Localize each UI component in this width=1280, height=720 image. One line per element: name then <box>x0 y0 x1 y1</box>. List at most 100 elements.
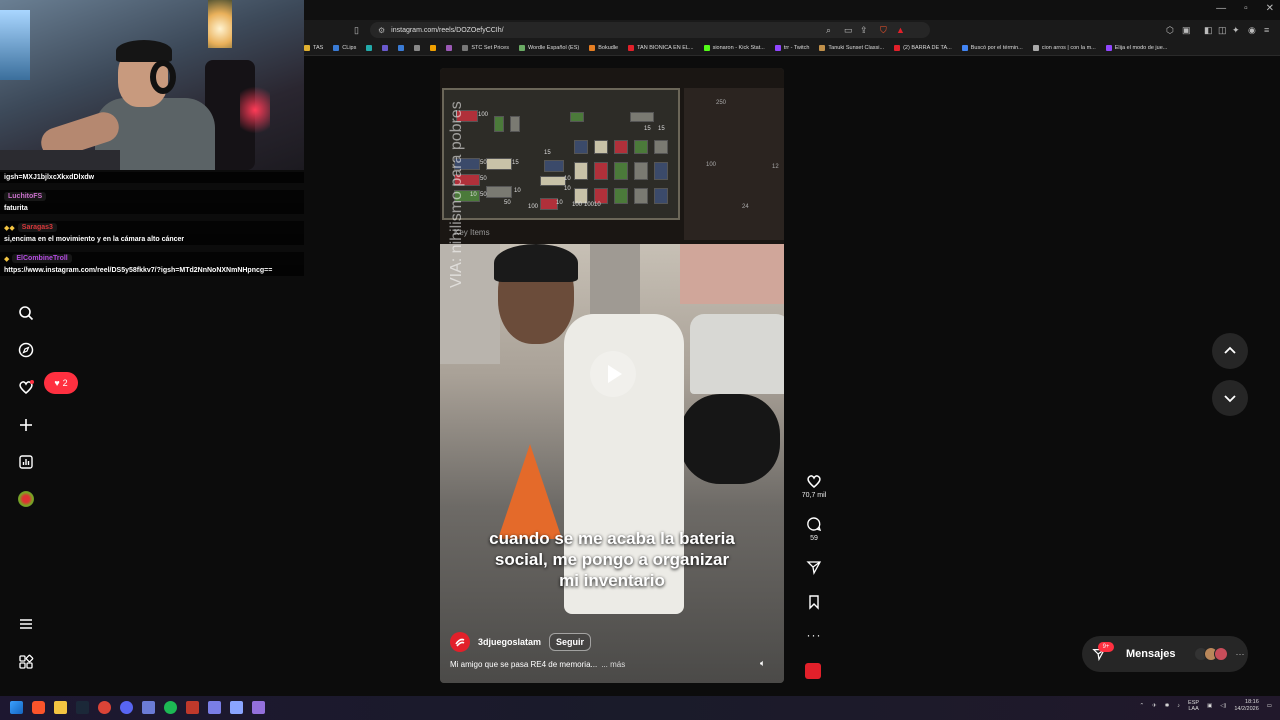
explore-icon[interactable] <box>16 340 36 360</box>
bookmark-item[interactable]: cion arros | con la m... <box>1032 44 1096 51</box>
app-icon[interactable] <box>208 701 221 714</box>
account-avatar[interactable] <box>450 632 470 652</box>
minimize-icon[interactable]: — <box>1216 3 1226 14</box>
options-action[interactable]: ··· <box>800 628 828 642</box>
app-icon[interactable] <box>142 701 155 714</box>
bookmark-item[interactable] <box>366 44 373 51</box>
bookmark-item[interactable] <box>398 44 405 51</box>
search-icon[interactable] <box>16 303 36 323</box>
comment-icon[interactable] <box>806 516 822 532</box>
bookmark-item[interactable] <box>430 44 437 51</box>
browser-menu-icon[interactable]: ≡ <box>1264 24 1269 36</box>
bookmark-item[interactable] <box>414 44 421 51</box>
more-options-icon[interactable]: ··· <box>807 628 822 642</box>
reel-video[interactable]: 100 15 15 50 50 15 10 10 50 15 10 10 50 10 100 10 100 100… <box>440 68 784 683</box>
chat-message: si,encima en el movimiento y en la cámar… <box>0 234 304 245</box>
reel-audio-icon[interactable] <box>805 663 821 679</box>
extensions-icon[interactable]: ⬡ <box>1166 24 1174 36</box>
bookmark-item[interactable]: (2) BARRA DE TA... <box>894 44 952 51</box>
bookmark-label: sionaron - Kick Stat... <box>712 44 765 51</box>
share-action[interactable] <box>800 559 828 575</box>
rewards-icon[interactable]: ▲ <box>896 24 905 36</box>
more-messages-icon[interactable]: ··· <box>1236 649 1245 659</box>
notification-badge[interactable]: ♥ 2 <box>44 372 78 394</box>
maximize-icon[interactable]: ▫ <box>1244 3 1248 14</box>
chat-username-row: LuchitoFS <box>0 190 304 203</box>
brave-browser-icon[interactable] <box>32 701 45 714</box>
also-from-meta-icon[interactable] <box>16 652 36 672</box>
discord-icon[interactable] <box>120 701 133 714</box>
profile-avatar[interactable] <box>18 491 34 507</box>
inventory-count: 50 <box>480 176 487 182</box>
account-name[interactable]: 3djuegoslatam <box>478 637 541 647</box>
bookmark-item[interactable]: trr - Twitch <box>774 44 809 51</box>
inventory-slot <box>654 140 668 154</box>
more-link[interactable]: ... más <box>601 660 625 669</box>
bookmark-item[interactable]: TAS <box>304 44 323 51</box>
bookmark-item[interactable]: Buscó por el términ... <box>961 44 1023 51</box>
network-icon[interactable]: ▣ <box>1207 703 1212 709</box>
inventory-slot <box>494 116 504 132</box>
leo-icon[interactable]: ✦ <box>1232 24 1240 36</box>
close-icon[interactable]: ✕ <box>1266 3 1274 14</box>
bookmark-save-icon[interactable] <box>806 594 822 610</box>
bluetooth-icon[interactable]: ✱ <box>1165 703 1170 709</box>
messages-button[interactable]: 9+ Mensajes ··· <box>1082 636 1248 672</box>
more-menu-icon[interactable] <box>16 614 36 634</box>
bookmark-item[interactable]: CLips <box>333 44 356 51</box>
sidebar-toggle-icon[interactable]: ◧ <box>1204 24 1213 36</box>
windows-start-icon[interactable] <box>10 701 23 714</box>
play-button[interactable] <box>590 351 636 397</box>
volume-icon[interactable]: ◁) <box>1220 703 1226 709</box>
bookmark-item[interactable]: Wordle Español (ES) <box>518 44 579 51</box>
bookmark-favicon-icon <box>414 44 421 51</box>
zoom-icon[interactable]: ⌕ <box>826 24 831 36</box>
bookmark-item[interactable] <box>382 44 389 51</box>
bookmark-item[interactable]: STC Set Prices <box>462 44 509 51</box>
notification-center-icon[interactable]: ▭ <box>1267 703 1272 709</box>
previous-reel-button[interactable] <box>1212 333 1248 369</box>
next-reel-button[interactable] <box>1212 380 1248 416</box>
chevron-up-icon[interactable]: ⌃ <box>1139 703 1144 709</box>
system-tray: ⌃ ✈ ✱ ♪ ESP LAA ▣ ◁) 18:16 14/2/2026 ▭ <box>1139 699 1272 713</box>
language-indicator[interactable]: ESP LAA <box>1188 700 1199 712</box>
inventory-count: 10 <box>594 202 601 208</box>
app-icon[interactable] <box>230 701 243 714</box>
create-plus-icon[interactable] <box>16 415 36 435</box>
vpn-icon[interactable]: ◉ <box>1248 24 1256 36</box>
app-icon[interactable] <box>252 701 265 714</box>
bookmark-icon[interactable]: ▯ <box>354 24 359 36</box>
spotify-icon[interactable] <box>164 701 177 714</box>
steam-icon[interactable] <box>76 701 89 714</box>
comment-action[interactable]: 59 <box>800 516 828 542</box>
follow-button[interactable]: Seguir <box>549 633 592 651</box>
chrome-icon[interactable] <box>98 701 111 714</box>
dashboard-icon[interactable] <box>16 452 36 472</box>
notifications-heart-icon[interactable] <box>16 377 36 397</box>
clock[interactable]: 18:16 14/2/2026 <box>1234 699 1258 713</box>
save-action[interactable] <box>800 594 828 610</box>
microphone-icon[interactable]: ♪ <box>1177 703 1180 709</box>
heart-icon[interactable] <box>806 473 822 489</box>
screen-icon[interactable]: ▭ <box>844 24 853 36</box>
file-explorer-icon[interactable] <box>54 701 67 714</box>
bookmark-item[interactable]: Elija el modo de jue... <box>1105 44 1167 51</box>
like-action[interactable]: 70,7 mil <box>800 473 828 499</box>
site-info-icon[interactable]: ⚙ <box>378 26 385 35</box>
bookmark-label: TAN BIONICA EN EL... <box>637 44 694 51</box>
tab-search-icon[interactable]: ◫ <box>1218 24 1227 36</box>
mute-icon[interactable]: 🔈︎ <box>760 658 765 669</box>
telegram-icon[interactable]: ✈ <box>1152 703 1157 709</box>
inventory-slot <box>594 162 608 180</box>
bookmark-item[interactable]: Tanuki Sunset Classi... <box>819 44 884 51</box>
send-icon[interactable] <box>806 559 822 575</box>
share-icon[interactable]: ⇪ <box>860 24 868 36</box>
bookmark-item[interactable]: TAN BIONICA EN EL... <box>628 44 694 51</box>
brave-shield-icon[interactable]: ⛉ <box>880 24 887 36</box>
inventory-count: 100 <box>584 202 595 208</box>
bookmark-item[interactable]: sionaron - Kick Stat... <box>703 44 765 51</box>
bookmark-item[interactable] <box>446 44 453 51</box>
calendar-icon[interactable] <box>186 701 199 714</box>
bookmark-item[interactable]: Bokudle <box>589 44 618 51</box>
wallet-icon[interactable]: ▣ <box>1182 24 1191 36</box>
